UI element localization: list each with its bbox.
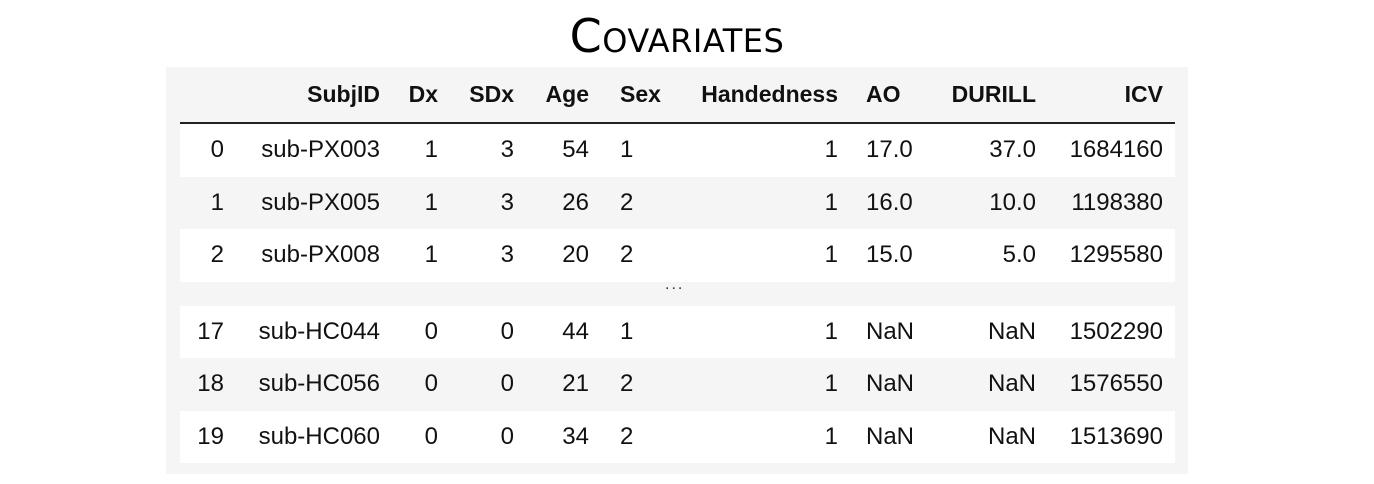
index-cell: 0 bbox=[210, 136, 224, 164]
sdx-cell: 3 bbox=[500, 241, 514, 269]
sex-cell: 2 bbox=[620, 422, 634, 450]
subjid-cell: sub-PX005 bbox=[261, 188, 380, 216]
ao-cell: NaN bbox=[866, 422, 915, 450]
age-cell: 34 bbox=[562, 422, 589, 450]
dx-cell: 0 bbox=[424, 370, 438, 398]
index-cell: 19 bbox=[197, 422, 224, 450]
durill-cell: NaN bbox=[987, 370, 1036, 398]
handedness-cell: 1 bbox=[824, 136, 838, 164]
ao-cell: NaN bbox=[866, 370, 915, 398]
handedness-cell: 1 bbox=[824, 188, 838, 216]
icv-cell: 1576550 bbox=[1069, 370, 1163, 398]
covariates-table: SubjID Dx SDx Age Sex Handedness AO DURILL ICV 0 s… bbox=[180, 67, 1175, 463]
subjid-header: SubjID bbox=[307, 81, 380, 107]
age-cell: 20 bbox=[562, 241, 589, 269]
age-cell: 26 bbox=[562, 188, 589, 216]
sdx-header: SDx bbox=[469, 81, 514, 107]
table-header-row: SubjID Dx SDx Age Sex Handedness AO DURILL ICV bbox=[180, 67, 1175, 124]
ao-cell: 16.0 bbox=[866, 188, 913, 216]
ellipsis-marker: ... bbox=[665, 275, 685, 293]
handedness-header: Handedness bbox=[701, 81, 838, 107]
sdx-cell: 3 bbox=[500, 136, 514, 164]
dx-cell: 1 bbox=[424, 136, 438, 164]
durill-cell: 10.0 bbox=[989, 188, 1036, 216]
age-header: Age bbox=[545, 81, 589, 107]
ao-header: AO bbox=[866, 81, 901, 107]
age-cell: 44 bbox=[562, 317, 589, 345]
age-cell: 21 bbox=[562, 370, 589, 398]
ao-cell: NaN bbox=[866, 317, 915, 345]
ao-cell: 17.0 bbox=[866, 136, 913, 164]
ellipsis-row: ... bbox=[180, 276, 1175, 306]
icv-cell: 1513690 bbox=[1069, 422, 1163, 450]
sex-cell: 2 bbox=[620, 370, 634, 398]
sex-cell: 1 bbox=[620, 317, 634, 345]
sdx-cell: 3 bbox=[500, 188, 514, 216]
durill-cell: NaN bbox=[987, 422, 1036, 450]
icv-cell: 1198380 bbox=[1071, 188, 1163, 216]
age-cell: 54 bbox=[562, 136, 589, 164]
sdx-cell: 0 bbox=[500, 317, 514, 345]
sex-cell: 1 bbox=[620, 136, 634, 164]
dx-header: Dx bbox=[408, 81, 438, 107]
sex-header: Sex bbox=[620, 81, 661, 107]
subjid-cell: sub-HC060 bbox=[258, 422, 380, 450]
handedness-cell: 1 bbox=[824, 422, 838, 450]
subjid-cell: sub-HC056 bbox=[258, 370, 380, 398]
durill-cell: NaN bbox=[987, 317, 1036, 345]
handedness-cell: 1 bbox=[824, 370, 838, 398]
dx-cell: 0 bbox=[424, 317, 438, 345]
sex-cell: 2 bbox=[620, 241, 634, 269]
ao-cell: 15.0 bbox=[866, 241, 913, 269]
handedness-cell: 1 bbox=[824, 241, 838, 269]
index-cell: 1 bbox=[210, 188, 224, 216]
handedness-cell: 1 bbox=[824, 317, 838, 345]
dx-cell: 0 bbox=[424, 422, 438, 450]
sdx-cell: 0 bbox=[500, 370, 514, 398]
subjid-cell: sub-PX003 bbox=[261, 136, 380, 164]
index-cell: 17 bbox=[197, 317, 224, 345]
table-row: 18 sub-HC056 0 0 21 2 1 NaN NaN 1576550 bbox=[180, 358, 1175, 411]
slide-title: Covariates bbox=[569, 9, 785, 63]
durill-header: DURILL bbox=[951, 81, 1036, 107]
table-row: 17 sub-HC044 0 0 44 1 1 NaN NaN 1502290 bbox=[180, 305, 1175, 358]
dataframe-panel: SubjID Dx SDx Age Sex Handedness AO DURILL ICV 0 s… bbox=[166, 67, 1188, 474]
icv-header: ICV bbox=[1124, 81, 1163, 107]
icv-cell: 1502290 bbox=[1069, 317, 1163, 345]
subjid-cell: sub-PX008 bbox=[261, 241, 380, 269]
dx-cell: 1 bbox=[424, 241, 438, 269]
durill-cell: 37.0 bbox=[989, 136, 1036, 164]
table-row: 0 sub-PX003 1 3 54 1 1 17.0 37.0 1684160 bbox=[180, 124, 1175, 177]
icv-cell: 1295580 bbox=[1069, 241, 1163, 269]
sdx-cell: 0 bbox=[500, 422, 514, 450]
table-row: 1 sub-PX005 1 3 26 2 1 16.0 10.0 1198380 bbox=[180, 176, 1175, 229]
subjid-cell: sub-HC044 bbox=[258, 317, 380, 345]
index-cell: 18 bbox=[197, 370, 224, 398]
table-row: 19 sub-HC060 0 0 34 2 1 NaN NaN 1513690 bbox=[180, 410, 1175, 463]
table-row: 2 sub-PX008 1 3 20 2 1 15.0 5.0 1295580 bbox=[180, 229, 1175, 282]
index-cell: 2 bbox=[210, 241, 224, 269]
icv-cell: 1684160 bbox=[1069, 136, 1163, 164]
sex-cell: 2 bbox=[620, 188, 634, 216]
durill-cell: 5.0 bbox=[1002, 241, 1036, 269]
dx-cell: 1 bbox=[424, 188, 438, 216]
